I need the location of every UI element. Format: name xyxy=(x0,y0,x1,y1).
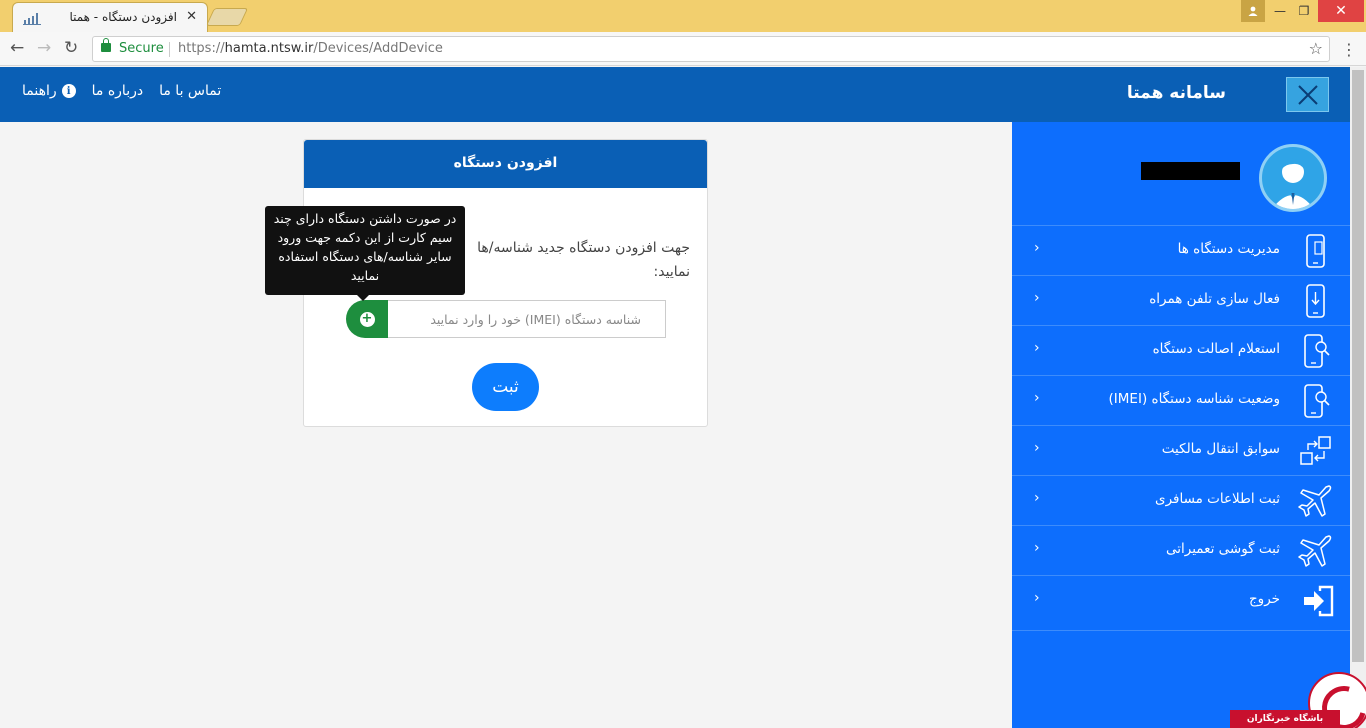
sidebar-item-label: ثبت اطلاعات مسافری xyxy=(1155,491,1280,507)
logout-icon xyxy=(1304,585,1334,617)
site-brand: سامانه همتا xyxy=(1126,83,1226,103)
sidebar-item-label: سوابق انتقال مالکیت xyxy=(1161,441,1280,457)
tab-title: افزودن دستگاه - همتا xyxy=(69,10,177,24)
sidebar-item-label: مدیریت دستگاه ها xyxy=(1177,241,1280,257)
chevron-icon: › xyxy=(1034,340,1040,356)
imei-input[interactable] xyxy=(387,300,666,338)
sidebar-menu: مدیریت دستگاه ها › فعال سازی تلفن همراه … xyxy=(1012,225,1350,631)
sidebar-item-authenticity-inquiry[interactable]: استعلام اصالت دستگاه › xyxy=(1012,325,1350,375)
site-header: i راهنما درباره ما تماس با ما سامانه همت… xyxy=(0,67,1350,122)
new-tab-button[interactable] xyxy=(205,8,249,26)
info-icon: i xyxy=(61,84,76,98)
user-icon xyxy=(1248,6,1258,16)
minimize-button[interactable]: — xyxy=(1268,0,1292,22)
maximize-button[interactable]: ❐ xyxy=(1292,0,1316,22)
sidebar-item-device-management[interactable]: مدیریت دستگاه ها › xyxy=(1012,225,1350,275)
submit-button[interactable]: ثبت xyxy=(472,363,539,411)
forward-button[interactable]: → xyxy=(37,38,51,58)
phone-search-icon xyxy=(1304,334,1330,368)
chevron-icon: › xyxy=(1034,290,1040,306)
user-avatar xyxy=(1259,144,1327,212)
add-imei-button[interactable]: + xyxy=(346,300,388,338)
user-avatar-icon xyxy=(1272,158,1314,209)
transfer-icon xyxy=(1300,436,1331,465)
chevron-icon: › xyxy=(1034,390,1040,406)
address-divider xyxy=(169,42,170,57)
plus-icon: + xyxy=(359,311,375,327)
add-imei-tooltip: در صورت داشتن دستگاه دارای چند سیم کارت … xyxy=(265,206,465,301)
profile-icon[interactable] xyxy=(1241,0,1265,22)
sidebar-item-traveler-info[interactable]: ثبت اطلاعات مسافری › xyxy=(1012,475,1350,525)
browser-menu-icon[interactable]: ⋮ xyxy=(1341,40,1357,59)
sidebar-item-ownership-transfer[interactable]: سوابق انتقال مالکیت › xyxy=(1012,425,1350,475)
site-favicon-icon xyxy=(23,13,41,25)
sidebar-item-label: فعال سازی تلفن همراه xyxy=(1149,291,1280,307)
chevron-icon: › xyxy=(1034,240,1040,256)
browser-toolbar: ← → ↻ Secure https://hamta.ntsw.ir/Devic… xyxy=(0,32,1366,66)
chevron-icon: › xyxy=(1034,590,1040,606)
sidebar-item-label: ثبت گوشی تعمیراتی xyxy=(1166,541,1280,557)
back-button[interactable]: ← xyxy=(10,38,24,58)
chevron-icon: › xyxy=(1034,490,1040,506)
bookmark-star-icon[interactable]: ☆ xyxy=(1309,39,1323,58)
nav-contact-link[interactable]: تماس با ما xyxy=(159,83,221,99)
scrollbar-thumb[interactable] xyxy=(1352,70,1364,662)
url-path: /Devices/AddDevice xyxy=(313,41,443,56)
sidebar-close-button[interactable] xyxy=(1286,77,1329,112)
sidebar-item-repair-phone[interactable]: ثبت گوشی تعمیراتی › xyxy=(1012,525,1350,575)
airplane-icon xyxy=(1298,535,1332,567)
airplane-icon xyxy=(1298,485,1332,517)
chevron-icon: › xyxy=(1034,540,1040,556)
phone-activate-icon xyxy=(1306,284,1325,318)
tab-close-icon[interactable]: ✕ xyxy=(186,9,197,24)
sidebar-item-label: وضعیت شناسه دستگاه (IMEI) xyxy=(1108,391,1280,407)
nav-about-link[interactable]: درباره ما xyxy=(92,83,143,99)
sidebar-item-exit[interactable]: خروج › xyxy=(1012,575,1350,631)
imei-input-group: + xyxy=(346,300,666,338)
nav-help-label: راهنما xyxy=(22,83,57,99)
close-icon xyxy=(1297,84,1318,105)
chevron-icon: › xyxy=(1034,440,1040,456)
sidebar-item-phone-activation[interactable]: فعال سازی تلفن همراه › xyxy=(1012,275,1350,325)
sidebar-item-label: استعلام اصالت دستگاه xyxy=(1152,341,1280,357)
lock-icon xyxy=(101,38,111,52)
window-close-button[interactable]: ✕ xyxy=(1318,0,1364,22)
sidebar-item-imei-status[interactable]: وضعیت شناسه دستگاه (IMEI) › xyxy=(1012,375,1350,425)
phone-status-icon xyxy=(1304,384,1330,418)
redacted-username xyxy=(1141,162,1240,180)
url-text: https://hamta.ntsw.ir/Devices/AddDevice xyxy=(178,41,443,56)
address-bar[interactable]: Secure https://hamta.ntsw.ir/Devices/Add… xyxy=(92,36,1330,62)
url-host: hamta.ntsw.ir xyxy=(224,41,314,56)
sidebar-exit-label: خروج xyxy=(1248,591,1280,607)
nav-help-link[interactable]: i راهنما xyxy=(22,83,76,99)
header-nav: i راهنما درباره ما تماس با ما xyxy=(22,83,221,99)
phone-manage-icon xyxy=(1306,234,1325,268)
card-title: افزودن دستگاه xyxy=(304,140,707,188)
browser-tab-bar: افزودن دستگاه - همتا ✕ — ❐ ✕ xyxy=(0,0,1366,32)
watermark-label: باشگاه خبرنگاران xyxy=(1230,710,1340,728)
reload-button[interactable]: ↻ xyxy=(64,38,78,58)
card-instruction: جهت افزودن دستگاه جدید شناسه/ها نمایید: xyxy=(477,240,690,280)
browser-tab[interactable]: افزودن دستگاه - همتا ✕ xyxy=(12,2,208,32)
url-scheme: https:// xyxy=(178,41,225,56)
secure-label: Secure xyxy=(119,41,164,56)
